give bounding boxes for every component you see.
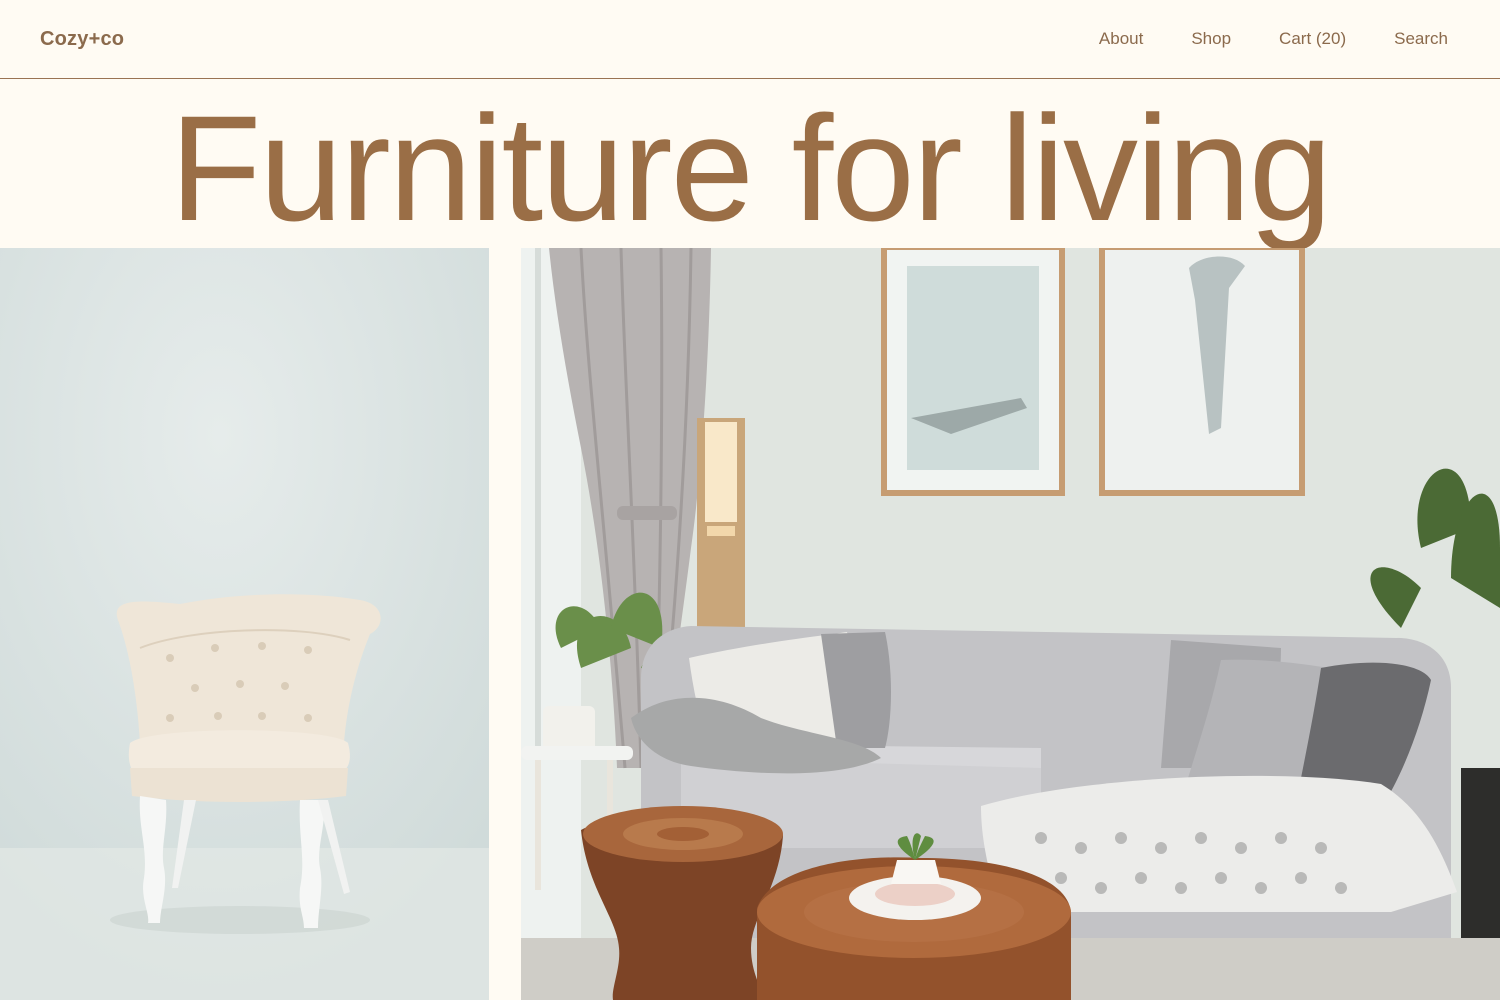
nav-cart-link[interactable]: Cart (20) — [1279, 29, 1346, 49]
nav-about-link[interactable]: About — [1099, 29, 1143, 49]
living-room-illustration — [521, 248, 1500, 1000]
site-header: Cozy+co About Shop Cart (20) Search — [0, 0, 1500, 79]
armchair-photo[interactable] — [0, 248, 489, 1000]
main-nav: About Shop Cart (20) Search — [1099, 29, 1448, 49]
armchair-illustration — [0, 248, 489, 1000]
nav-search-link[interactable]: Search — [1394, 29, 1448, 49]
nav-shop-link[interactable]: Shop — [1191, 29, 1231, 49]
hero-title: Furniture for living — [169, 84, 1332, 252]
living-room-photo[interactable] — [521, 248, 1500, 1000]
logo[interactable]: Cozy+co — [40, 28, 124, 51]
